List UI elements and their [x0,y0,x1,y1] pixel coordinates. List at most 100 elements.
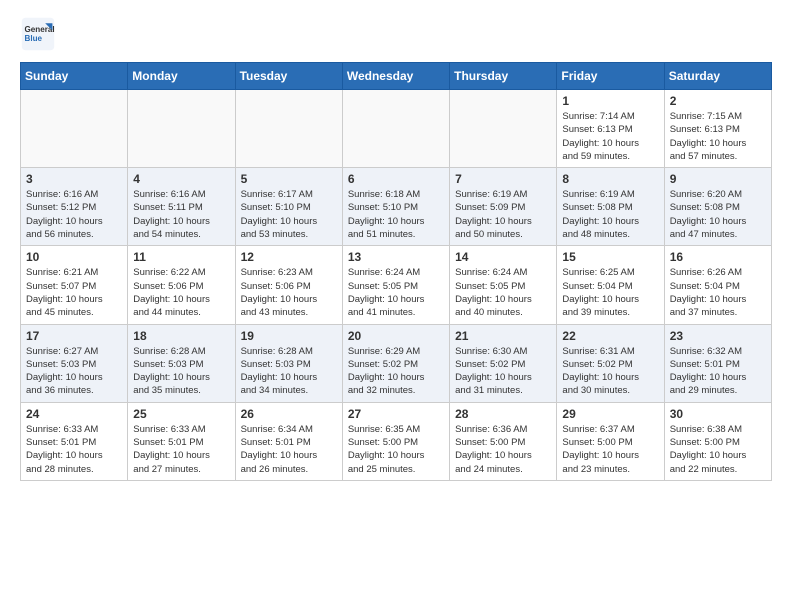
day-number: 14 [455,250,551,264]
day-number: 18 [133,329,229,343]
day-number: 28 [455,407,551,421]
calendar-cell: 12 Sunrise: 6:23 AM Sunset: 5:06 PM Dayli… [235,246,342,324]
calendar-cell: 24 Sunrise: 6:33 AM Sunset: 5:01 PM Dayli… [21,402,128,480]
calendar-cell: 1 Sunrise: 7:14 AM Sunset: 6:13 PM Daylig… [557,90,664,168]
day-number: 1 [562,94,658,108]
calendar: SundayMondayTuesdayWednesdayThursdayFrid… [20,62,772,481]
day-info: Sunrise: 6:27 AM Sunset: 5:03 PM Dayligh… [26,345,122,398]
day-header-wednesday: Wednesday [342,63,449,90]
day-info: Sunrise: 6:23 AM Sunset: 5:06 PM Dayligh… [241,266,337,319]
calendar-cell: 3 Sunrise: 6:16 AM Sunset: 5:12 PM Daylig… [21,168,128,246]
calendar-cell: 26 Sunrise: 6:34 AM Sunset: 5:01 PM Dayli… [235,402,342,480]
day-number: 20 [348,329,444,343]
calendar-header-row: SundayMondayTuesdayWednesdayThursdayFrid… [21,63,772,90]
calendar-cell: 23 Sunrise: 6:32 AM Sunset: 5:01 PM Dayli… [664,324,771,402]
day-info: Sunrise: 6:34 AM Sunset: 5:01 PM Dayligh… [241,423,337,476]
day-number: 19 [241,329,337,343]
calendar-cell: 17 Sunrise: 6:27 AM Sunset: 5:03 PM Dayli… [21,324,128,402]
calendar-week-1: 1 Sunrise: 7:14 AM Sunset: 6:13 PM Daylig… [21,90,772,168]
day-info: Sunrise: 6:18 AM Sunset: 5:10 PM Dayligh… [348,188,444,241]
day-info: Sunrise: 7:15 AM Sunset: 6:13 PM Dayligh… [670,110,766,163]
day-number: 3 [26,172,122,186]
day-header-monday: Monday [128,63,235,90]
calendar-week-3: 10 Sunrise: 6:21 AM Sunset: 5:07 PM Dayli… [21,246,772,324]
day-info: Sunrise: 6:21 AM Sunset: 5:07 PM Dayligh… [26,266,122,319]
day-info: Sunrise: 6:30 AM Sunset: 5:02 PM Dayligh… [455,345,551,398]
calendar-cell: 21 Sunrise: 6:30 AM Sunset: 5:02 PM Dayli… [450,324,557,402]
day-info: Sunrise: 6:16 AM Sunset: 5:11 PM Dayligh… [133,188,229,241]
day-number: 5 [241,172,337,186]
day-number: 6 [348,172,444,186]
day-info: Sunrise: 6:24 AM Sunset: 5:05 PM Dayligh… [348,266,444,319]
day-number: 25 [133,407,229,421]
day-info: Sunrise: 6:33 AM Sunset: 5:01 PM Dayligh… [26,423,122,476]
day-number: 13 [348,250,444,264]
day-info: Sunrise: 6:38 AM Sunset: 5:00 PM Dayligh… [670,423,766,476]
day-info: Sunrise: 6:28 AM Sunset: 5:03 PM Dayligh… [133,345,229,398]
calendar-cell: 30 Sunrise: 6:38 AM Sunset: 5:00 PM Dayli… [664,402,771,480]
day-number: 12 [241,250,337,264]
header: General Blue [20,16,772,52]
day-number: 29 [562,407,658,421]
calendar-cell: 10 Sunrise: 6:21 AM Sunset: 5:07 PM Dayli… [21,246,128,324]
day-info: Sunrise: 7:14 AM Sunset: 6:13 PM Dayligh… [562,110,658,163]
day-info: Sunrise: 6:22 AM Sunset: 5:06 PM Dayligh… [133,266,229,319]
day-info: Sunrise: 6:19 AM Sunset: 5:09 PM Dayligh… [455,188,551,241]
svg-text:Blue: Blue [25,34,43,43]
calendar-cell: 5Sunrise: 6:17 AM Sunset: 5:10 PM Daylig… [235,168,342,246]
calendar-cell: 7Sunrise: 6:19 AM Sunset: 5:09 PM Daylig… [450,168,557,246]
day-number: 27 [348,407,444,421]
logo: General Blue [20,16,62,52]
day-number: 16 [670,250,766,264]
day-info: Sunrise: 6:16 AM Sunset: 5:12 PM Dayligh… [26,188,122,241]
calendar-week-2: 3 Sunrise: 6:16 AM Sunset: 5:12 PM Daylig… [21,168,772,246]
day-header-friday: Friday [557,63,664,90]
day-number: 26 [241,407,337,421]
day-number: 17 [26,329,122,343]
day-info: Sunrise: 6:25 AM Sunset: 5:04 PM Dayligh… [562,266,658,319]
day-number: 10 [26,250,122,264]
day-number: 4 [133,172,229,186]
calendar-cell: 15Sunrise: 6:25 AM Sunset: 5:04 PM Dayli… [557,246,664,324]
calendar-cell: 9Sunrise: 6:20 AM Sunset: 5:08 PM Daylig… [664,168,771,246]
calendar-cell: 13 Sunrise: 6:24 AM Sunset: 5:05 PM Dayli… [342,246,449,324]
calendar-cell [342,90,449,168]
day-info: Sunrise: 6:33 AM Sunset: 5:01 PM Dayligh… [133,423,229,476]
calendar-cell: 22Sunrise: 6:31 AM Sunset: 5:02 PM Dayli… [557,324,664,402]
calendar-cell: 19 Sunrise: 6:28 AM Sunset: 5:03 PM Dayli… [235,324,342,402]
day-number: 22 [562,329,658,343]
day-info: Sunrise: 6:32 AM Sunset: 5:01 PM Dayligh… [670,345,766,398]
day-number: 30 [670,407,766,421]
day-number: 9 [670,172,766,186]
day-info: Sunrise: 6:35 AM Sunset: 5:00 PM Dayligh… [348,423,444,476]
calendar-cell: 27 Sunrise: 6:35 AM Sunset: 5:00 PM Dayli… [342,402,449,480]
logo-icon: General Blue [20,16,56,52]
day-number: 2 [670,94,766,108]
calendar-cell: 2 Sunrise: 7:15 AM Sunset: 6:13 PM Daylig… [664,90,771,168]
day-info: Sunrise: 6:28 AM Sunset: 5:03 PM Dayligh… [241,345,337,398]
day-number: 8 [562,172,658,186]
calendar-cell: 14 Sunrise: 6:24 AM Sunset: 5:05 PM Dayli… [450,246,557,324]
calendar-cell: 8 Sunrise: 6:19 AM Sunset: 5:08 PM Daylig… [557,168,664,246]
day-info: Sunrise: 6:19 AM Sunset: 5:08 PM Dayligh… [562,188,658,241]
day-info: Sunrise: 6:37 AM Sunset: 5:00 PM Dayligh… [562,423,658,476]
day-info: Sunrise: 6:29 AM Sunset: 5:02 PM Dayligh… [348,345,444,398]
day-number: 21 [455,329,551,343]
calendar-cell [128,90,235,168]
calendar-cell [450,90,557,168]
day-info: Sunrise: 6:24 AM Sunset: 5:05 PM Dayligh… [455,266,551,319]
calendar-cell: 11Sunrise: 6:22 AM Sunset: 5:06 PM Dayli… [128,246,235,324]
calendar-cell: 29 Sunrise: 6:37 AM Sunset: 5:00 PM Dayli… [557,402,664,480]
calendar-cell: 28 Sunrise: 6:36 AM Sunset: 5:00 PM Dayli… [450,402,557,480]
day-info: Sunrise: 6:36 AM Sunset: 5:00 PM Dayligh… [455,423,551,476]
calendar-cell: 4 Sunrise: 6:16 AM Sunset: 5:11 PM Daylig… [128,168,235,246]
day-header-tuesday: Tuesday [235,63,342,90]
day-number: 24 [26,407,122,421]
day-header-saturday: Saturday [664,63,771,90]
calendar-cell [235,90,342,168]
day-number: 23 [670,329,766,343]
calendar-cell: 20 Sunrise: 6:29 AM Sunset: 5:02 PM Dayli… [342,324,449,402]
calendar-cell: 18 Sunrise: 6:28 AM Sunset: 5:03 PM Dayli… [128,324,235,402]
calendar-cell: 6 Sunrise: 6:18 AM Sunset: 5:10 PM Daylig… [342,168,449,246]
day-header-sunday: Sunday [21,63,128,90]
